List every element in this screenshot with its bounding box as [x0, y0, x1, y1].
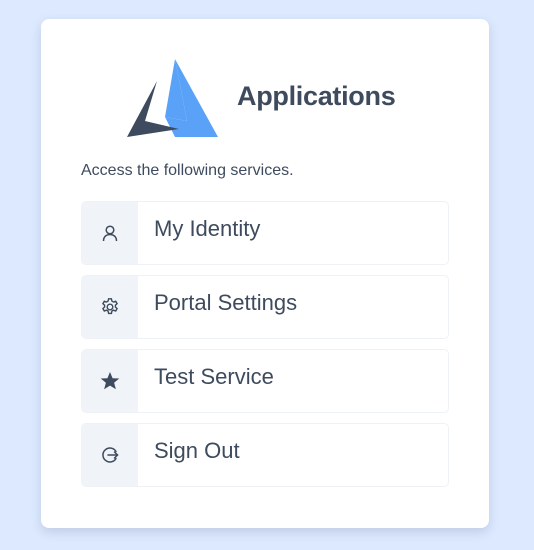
gear-icon	[100, 297, 120, 317]
icon-box	[82, 350, 138, 412]
menu-item-test-service[interactable]: Test Service	[81, 349, 449, 413]
icon-box	[82, 424, 138, 486]
menu-item-portal-settings[interactable]: Portal Settings	[81, 275, 449, 339]
menu-item-label: Sign Out	[154, 438, 240, 463]
icon-box	[82, 202, 138, 264]
intro-text: Access the following services.	[81, 162, 294, 179]
page-title: Applications	[237, 81, 396, 111]
star-icon	[100, 371, 120, 391]
menu-item-label: Test Service	[154, 364, 274, 389]
menu-item-label: Portal Settings	[154, 290, 298, 315]
app-card: Applications Access the following servic…	[41, 19, 489, 528]
menu-item-label: My Identity	[154, 216, 261, 241]
menu-item-my-identity[interactable]: My Identity	[81, 201, 449, 265]
menu-item-sign-out[interactable]: Sign Out	[81, 423, 449, 487]
brand-header: Applications	[127, 59, 427, 139]
sign-out-icon	[101, 446, 119, 464]
user-icon	[101, 224, 119, 242]
triangle-logo-icon	[127, 59, 219, 139]
icon-box	[82, 276, 138, 338]
service-menu: My Identity Portal Settings Test Service…	[81, 201, 449, 497]
